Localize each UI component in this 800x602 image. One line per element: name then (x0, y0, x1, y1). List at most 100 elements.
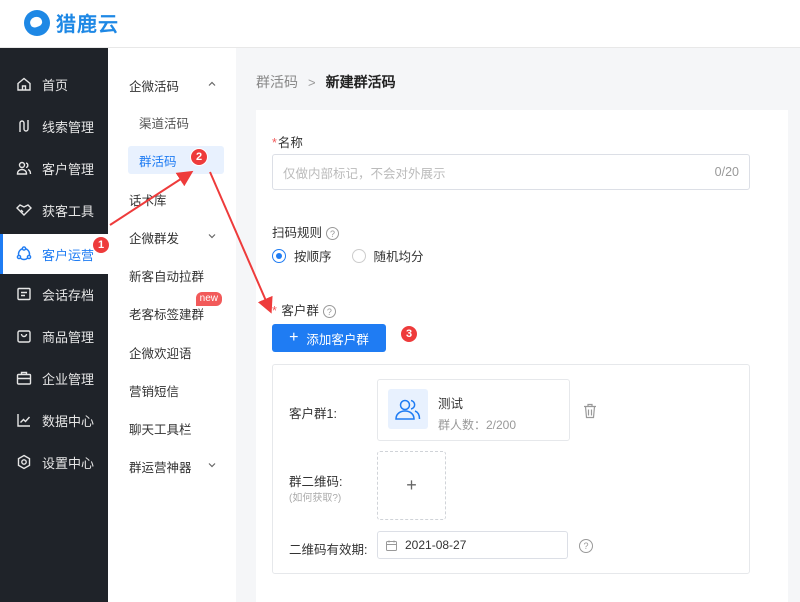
trash-icon[interactable] (583, 403, 597, 419)
users-icon (16, 160, 32, 176)
chevron-down-icon (208, 234, 216, 239)
form-card: *名称 仅做内部标记，不会对外展示 0/20 扫码规则? 按顺序 随机均分 * … (256, 110, 788, 602)
route-icon (16, 118, 32, 134)
name-input[interactable]: 仅做内部标记，不会对外展示 0/20 (272, 154, 750, 190)
sidebar-item-label: 数据中心 (42, 413, 95, 429)
name-label: *名称 (272, 132, 303, 151)
name-label-text: 名称 (277, 136, 303, 150)
submenu-item-chat-toolbar[interactable]: 聊天工具栏 (108, 411, 236, 445)
scan-rule-label-text: 扫码规则 (272, 226, 323, 240)
submenu-label: 群活码 (139, 154, 177, 169)
sidebar-item-customer-operation[interactable]: 客户运营 (0, 234, 108, 274)
submenu-group-wecom-code[interactable]: 企微活码 (108, 68, 236, 102)
customer-group-card[interactable]: 测试 群人数：2/200 (377, 379, 570, 441)
step-marker-1: 1 (92, 236, 110, 254)
group-member-count: 群人数：2/200 (438, 418, 517, 432)
name-placeholder: 仅做内部标记，不会对外展示 (283, 166, 446, 181)
submenu-label: 企微群发 (129, 231, 180, 246)
submenu-item-welcome-message[interactable]: 企微欢迎语 (108, 335, 236, 369)
submenu-label: 企微活码 (129, 79, 180, 94)
radio-sequential[interactable]: 按顺序 (272, 246, 332, 265)
group-name: 测试 (438, 397, 464, 411)
sidebar-item-label: 客户管理 (42, 161, 95, 177)
top-bar: 猎鹿云 (0, 0, 800, 48)
main-content: 群活码 > 新建群活码 *名称 仅做内部标记，不会对外展示 0/20 扫码规则?… (236, 48, 800, 602)
new-badge: new (195, 292, 222, 306)
submenu-item-sms[interactable]: 营销短信 (108, 373, 236, 407)
submenu-item-script-library[interactable]: 话术库 (108, 182, 236, 216)
sidebar-item-label: 线索管理 (42, 119, 95, 135)
chevron-down-icon (208, 463, 216, 468)
radio-label: 按顺序 (294, 250, 332, 264)
submenu-label: 营销短信 (129, 384, 180, 399)
sidebar-item-chat-archive[interactable]: 会话存档 (0, 276, 108, 312)
qr-code-hint[interactable]: (如何获取?) (289, 489, 341, 504)
sidebar-item-home[interactable]: 首页 (0, 66, 108, 102)
home-icon (16, 76, 32, 92)
page-title: 新建群活码 (325, 74, 396, 90)
help-icon[interactable]: ? (322, 305, 336, 319)
sidebar-item-settings[interactable]: 设置中心 (0, 444, 108, 480)
submenu-item-group-code[interactable]: 群活码 (128, 146, 224, 174)
qr-upload-button[interactable]: + (377, 451, 446, 520)
qr-validity-label: 二维码有效期: (289, 543, 368, 557)
group-index-label: 客户群1: (289, 407, 337, 421)
submenu-item-tag-group[interactable]: 老客标签建群 new (108, 292, 236, 330)
submenu-label: 聊天工具栏 (129, 422, 192, 437)
sidebar-item-enterprise[interactable]: 企业管理 (0, 360, 108, 396)
submenu-label: 话术库 (129, 193, 167, 208)
add-customer-group-label: 添加客户群 (306, 332, 369, 347)
customer-group-label: * 客户群? (272, 300, 336, 319)
qr-code-label: 群二维码: (289, 475, 343, 489)
radio-label: 随机均分 (373, 250, 424, 264)
validity-date-picker[interactable]: 2021-08-27 (377, 531, 568, 559)
breadcrumb-parent[interactable]: 群活码 (256, 72, 298, 92)
breadcrumb-separator: > (308, 74, 316, 90)
operation-icon (16, 246, 32, 262)
submenu-label: 渠道活码 (139, 116, 190, 131)
sidebar-item-products[interactable]: 商品管理 (0, 318, 108, 354)
group-avatar (388, 389, 428, 429)
scan-rule-options: 按顺序 随机均分 (272, 246, 444, 265)
app-logo[interactable]: 猎鹿云 (24, 8, 119, 37)
handshake-icon (16, 202, 32, 218)
submenu-label: 企微欢迎语 (129, 346, 192, 361)
breadcrumb: 群活码 > 新建群活码 (256, 72, 396, 92)
submenu-group-mass-send[interactable]: 企微群发 (108, 220, 236, 254)
bag-icon (16, 328, 32, 344)
radio-checked-icon (272, 248, 286, 263)
sidebar-item-label: 获客工具 (42, 203, 95, 219)
upload-plus-icon: + (406, 475, 417, 495)
app-name: 猎鹿云 (56, 14, 119, 36)
sidebar-item-acquisition[interactable]: 获客工具 (0, 192, 108, 228)
submenu-label: 新客自动拉群 (129, 269, 205, 284)
scan-rule-label: 扫码规则? (272, 222, 340, 241)
required-mark: * (272, 304, 277, 318)
submenu-group-operation-tools[interactable]: 群运营神器 (108, 449, 236, 483)
sidebar-item-label: 企业管理 (42, 371, 95, 387)
sidebar-item-data-center[interactable]: 数据中心 (0, 402, 108, 438)
submenu-item-channel-code[interactable]: 渠道活码 (108, 105, 236, 139)
radio-unchecked-icon (351, 248, 366, 263)
required-mark: * (272, 136, 277, 150)
plus-icon: + (289, 329, 299, 346)
validity-date-value: 2021-08-27 (405, 538, 467, 552)
sidebar-item-label: 客户运营 (42, 247, 95, 263)
chat-archive-icon (16, 286, 32, 302)
name-char-counter: 0/20 (714, 165, 739, 179)
sidebar-item-leads[interactable]: 线索管理 (0, 108, 108, 144)
help-icon[interactable]: ? (579, 539, 593, 553)
sidebar-item-customers[interactable]: 客户管理 (0, 150, 108, 186)
add-customer-group-button[interactable]: + 添加客户群 (272, 324, 386, 352)
calendar-icon (386, 540, 397, 551)
radio-random[interactable]: 随机均分 (351, 246, 424, 265)
sidebar-item-label: 首页 (42, 77, 69, 93)
sidebar-item-label: 设置中心 (42, 455, 95, 471)
sidebar-item-label: 商品管理 (42, 329, 95, 345)
customer-group-box: 客户群1: 测试 群人数：2/200 群二维码: (如何获取?) + 二维码有效… (272, 364, 750, 574)
help-icon[interactable]: ? (326, 227, 340, 241)
customer-group-label-text: 客户群 (281, 304, 319, 318)
briefcase-icon (16, 370, 32, 386)
submenu-item-auto-group[interactable]: 新客自动拉群 (108, 258, 236, 292)
sidebar-item-label: 会话存档 (42, 287, 95, 303)
